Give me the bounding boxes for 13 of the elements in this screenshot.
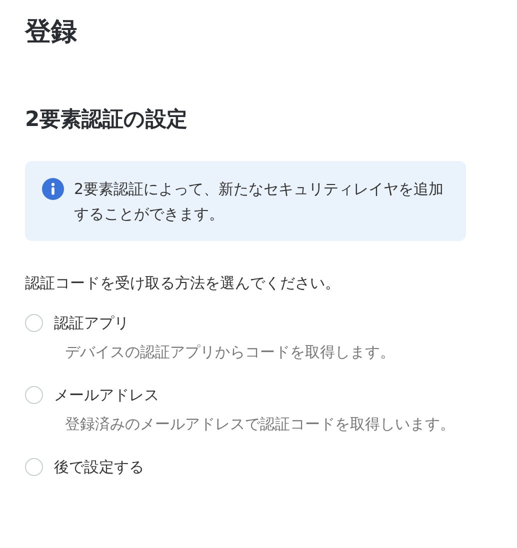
option-label[interactable]: メールアドレス	[54, 384, 159, 406]
option-label[interactable]: 後で設定する	[54, 456, 144, 478]
prompt-text: 認証コードを受け取る方法を選んでください。	[25, 273, 341, 294]
option-description: デバイスの認証アプリからコードを取得します。	[65, 342, 396, 363]
info-text: 2要素認証によって、新たなセキュリティレイヤを追加することができます。	[74, 179, 445, 225]
info-icon	[42, 178, 64, 200]
radio-button[interactable]	[25, 386, 43, 404]
page-title: 登録	[25, 16, 78, 49]
section-title: 2要素認証の設定	[25, 106, 189, 133]
radio-button[interactable]	[25, 458, 43, 476]
option-description: 登録済みのメールアドレスで認証コードを取得しいます。	[65, 414, 456, 435]
option-label[interactable]: 認証アプリ	[54, 312, 129, 334]
radio-button[interactable]	[25, 314, 43, 332]
